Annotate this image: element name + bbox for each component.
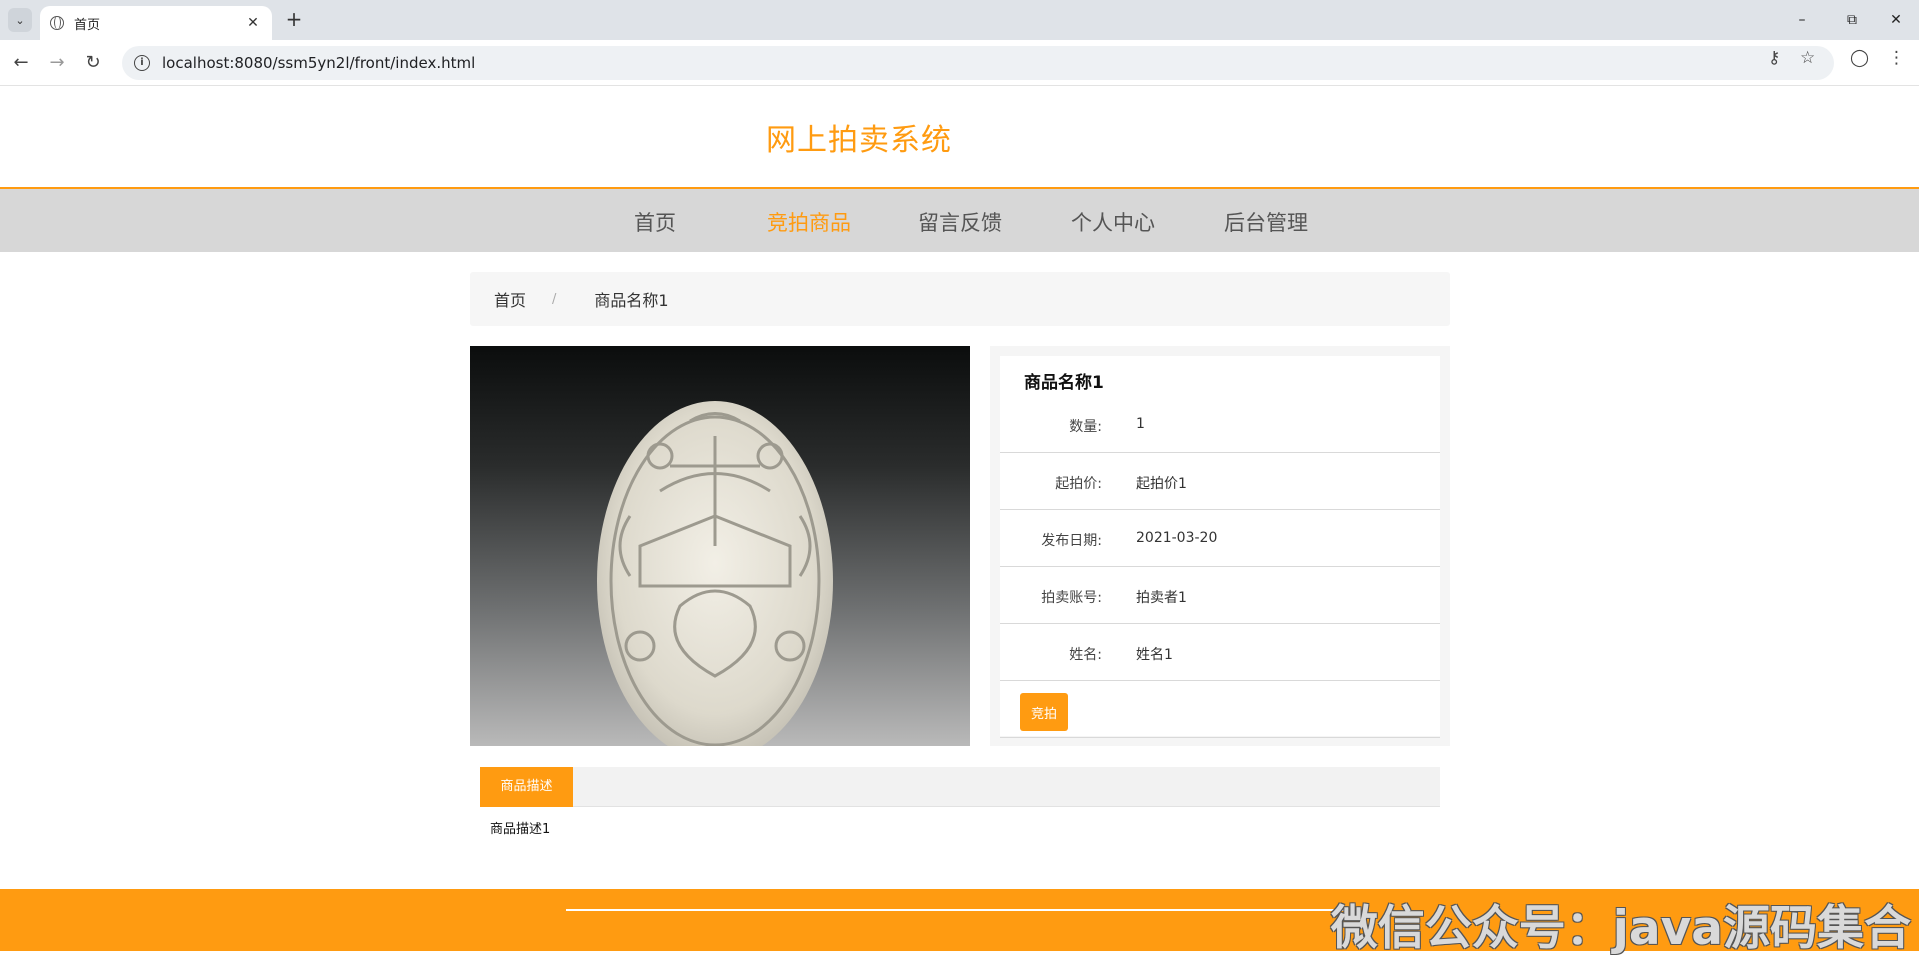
address-url[interactable]: localhost:8080/ssm5yn2l/front/index.html [162, 54, 475, 72]
field-value: 姓名1 [1136, 647, 1173, 663]
close-window-icon[interactable]: ✕ [1873, 6, 1919, 34]
close-tab-icon[interactable]: ✕ [244, 15, 262, 31]
nav-item-home[interactable]: 首页 [634, 207, 676, 237]
site-title: 网上拍卖系统 [766, 123, 952, 158]
password-key-icon[interactable]: ⚷ [1768, 46, 1780, 70]
tab-product-description[interactable]: 商品描述 [480, 767, 573, 807]
breadcrumb-separator: / [552, 291, 557, 307]
menu-kebab-icon[interactable]: ⋮ [1888, 46, 1905, 70]
bid-row: 竞拍 [1000, 687, 1440, 738]
browser-tab-bar: ⌄ 首页 ✕ + – ⧉ ✕ [0, 0, 1919, 40]
site-header: 网上拍卖系统 [0, 87, 1919, 187]
globe-icon [50, 16, 64, 30]
field-label: 姓名: [1069, 647, 1102, 663]
field-label: 拍卖账号: [1041, 590, 1102, 606]
field-label: 数量: [1069, 419, 1102, 435]
watermark-text: 微信公众号：java源码集合 [1330, 901, 1911, 956]
description-tab-bar: 商品描述 [480, 767, 1440, 807]
tab-title: 首页 [74, 17, 101, 33]
forward-arrow-icon[interactable]: → [44, 50, 70, 76]
bid-button[interactable]: 竞拍 [1020, 693, 1068, 731]
field-value: 2021-03-20 [1136, 530, 1218, 546]
field-value: 起拍价1 [1136, 476, 1187, 492]
new-tab-plus-icon[interactable]: + [282, 8, 306, 32]
tab-list-chevron-icon[interactable]: ⌄ [8, 8, 32, 32]
product-description: 商品描述1 [490, 822, 551, 837]
footer-divider [566, 909, 1346, 911]
main-nav: 首页 竞拍商品 留言反馈 个人中心 后台管理 [0, 187, 1919, 252]
field-value: 1 [1136, 416, 1145, 432]
info-row-publish-date: 发布日期: 2021-03-20 [1000, 510, 1440, 567]
breadcrumb-current: 商品名称1 [594, 291, 669, 310]
field-value: 拍卖者1 [1136, 590, 1187, 606]
address-bar[interactable]: i localhost:8080/ssm5yn2l/front/index.ht… [122, 46, 1834, 80]
breadcrumb: 首页 / 商品名称1 [470, 272, 1450, 326]
nav-item-admin[interactable]: 后台管理 [1224, 207, 1308, 237]
site-info-icon[interactable]: i [134, 55, 150, 71]
product-info-panel: 商品名称1 数量: 1 起拍价: 起拍价1 发布日期: 2021-03-20 拍… [990, 346, 1450, 746]
product-name: 商品名称1 [1024, 373, 1104, 393]
info-row-name: 姓名: 姓名1 [1000, 624, 1440, 681]
info-row-quantity: 数量: 1 [1000, 396, 1440, 453]
minimize-icon[interactable]: – [1779, 6, 1825, 34]
breadcrumb-home-link[interactable]: 首页 [494, 287, 526, 311]
browser-toolbar: ← → ↻ i localhost:8080/ssm5yn2l/front/in… [0, 40, 1919, 86]
nav-item-auction-goods[interactable]: 竞拍商品 [767, 207, 851, 237]
field-label: 发布日期: [1041, 533, 1102, 549]
product-info-card: 商品名称1 数量: 1 起拍价: 起拍价1 发布日期: 2021-03-20 拍… [1000, 356, 1440, 738]
jade-pendant-illustration [597, 401, 833, 746]
browser-tab-active[interactable]: 首页 ✕ [40, 6, 272, 40]
nav-item-feedback[interactable]: 留言反馈 [918, 207, 1002, 237]
reload-icon[interactable]: ↻ [80, 50, 106, 76]
field-label: 起拍价: [1055, 476, 1102, 492]
bookmark-star-icon[interactable]: ☆ [1800, 46, 1815, 70]
info-row-seller-account: 拍卖账号: 拍卖者1 [1000, 567, 1440, 624]
profile-icon[interactable]: ◯ [1850, 46, 1869, 70]
back-arrow-icon[interactable]: ← [8, 50, 34, 76]
restore-icon[interactable]: ⧉ [1829, 6, 1875, 34]
product-image [470, 346, 970, 746]
site-footer: 微信公众号：java源码集合 [0, 889, 1919, 956]
nav-item-personal-center[interactable]: 个人中心 [1071, 207, 1155, 237]
info-row-starting-price: 起拍价: 起拍价1 [1000, 453, 1440, 510]
